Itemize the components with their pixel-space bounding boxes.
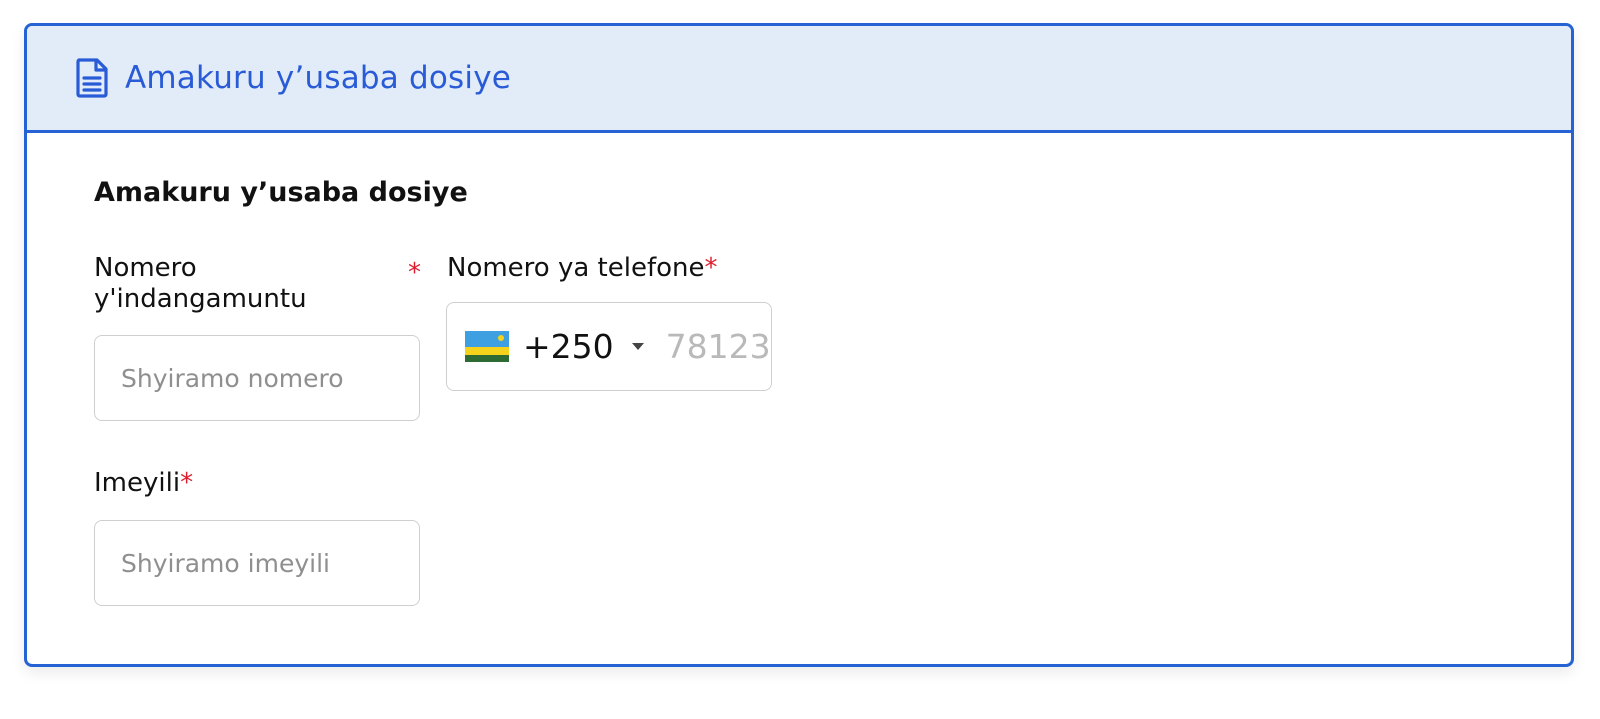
- card-header: Amakuru y’usaba dosiye: [27, 26, 1571, 133]
- id-number-label-line2: y'indangamuntu: [94, 284, 307, 314]
- id-number-label-line1: Nomero: [94, 253, 197, 283]
- rwanda-flag-icon: [465, 331, 509, 362]
- phone-field: +250: [446, 302, 772, 391]
- document-icon: [75, 58, 109, 98]
- phone-required-mark: *: [704, 253, 718, 283]
- phone-number-input[interactable]: [665, 327, 771, 366]
- id-number-input[interactable]: [94, 335, 420, 421]
- email-input[interactable]: [94, 520, 420, 606]
- email-label-text: Imeyili: [94, 468, 181, 498]
- dial-code: +250: [523, 327, 614, 366]
- email-label: Imeyili*: [94, 468, 193, 499]
- country-code-select[interactable]: +250: [465, 327, 666, 366]
- chevron-down-icon: [631, 343, 644, 350]
- phone-label: Nomero ya telefone*: [447, 253, 718, 284]
- id-number-label: Nomero y'indangamuntu: [94, 253, 307, 315]
- id-number-required-mark: *: [408, 258, 421, 288]
- phone-label-text: Nomero ya telefone: [447, 253, 705, 283]
- applicant-info-card: Amakuru y’usaba dosiye Amakuru y’usaba d…: [24, 23, 1574, 667]
- card-title: Amakuru y’usaba dosiye: [125, 60, 512, 96]
- section-title: Amakuru y’usaba dosiye: [94, 177, 468, 208]
- email-required-mark: *: [180, 468, 194, 498]
